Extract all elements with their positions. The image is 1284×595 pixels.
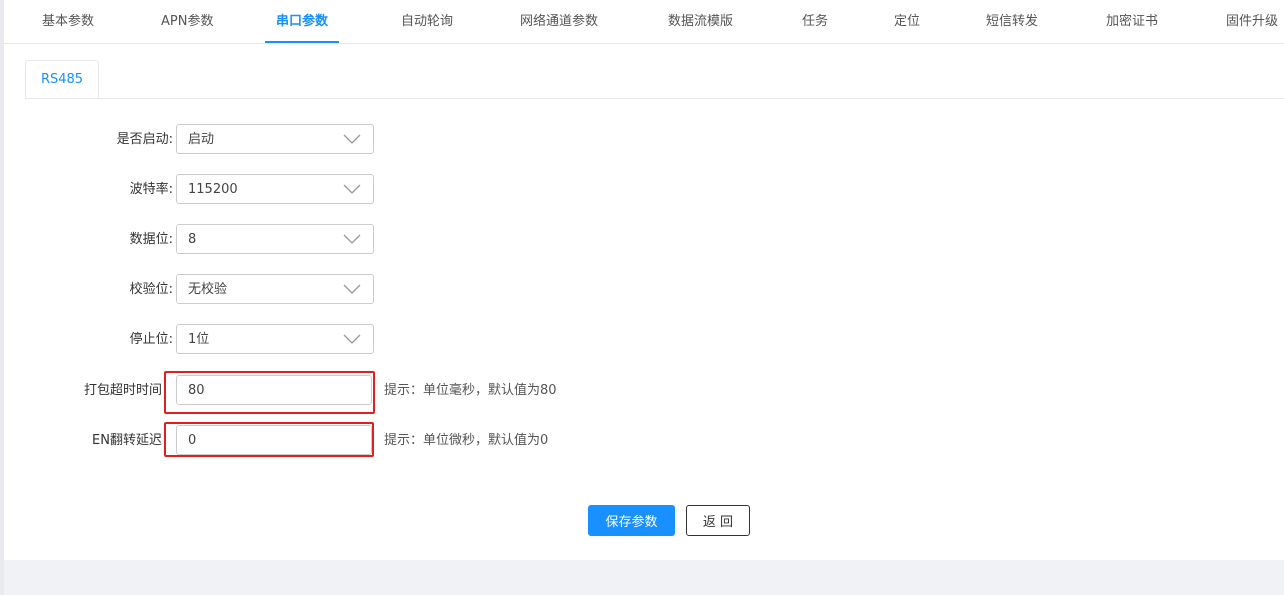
baud-rate-label: 波特率: bbox=[129, 182, 173, 197]
tab-task[interactable]: 任务 bbox=[802, 0, 828, 43]
baud-rate-select[interactable]: 115200 bbox=[176, 174, 374, 204]
stop-bits-value: 1位 bbox=[188, 332, 210, 347]
enable-label: 是否启动: bbox=[116, 132, 173, 147]
parity-select[interactable]: 无校验 bbox=[176, 274, 374, 304]
stop-bits-label: 停止位: bbox=[129, 332, 173, 347]
tab-sms-forward[interactable]: 短信转发 bbox=[986, 0, 1038, 43]
footer-bar bbox=[4, 560, 1284, 595]
chevron-down-icon bbox=[343, 234, 361, 244]
parity-value: 无校验 bbox=[188, 282, 228, 297]
pack-timeout-input[interactable] bbox=[176, 375, 372, 405]
tab-serial-params[interactable]: 串口参数 bbox=[264, 0, 340, 43]
en-delay-label: EN翻转延迟 bbox=[92, 433, 162, 448]
top-tab-bar: 基本参数 APN参数 串口参数 自动轮询 网络通道参数 数据流模版 任务 定位 … bbox=[4, 0, 1284, 44]
tab-location[interactable]: 定位 bbox=[894, 0, 920, 43]
chevron-down-icon bbox=[343, 184, 361, 194]
en-delay-hint: 提示：单位微秒，默认值为0 bbox=[384, 433, 549, 448]
data-bits-select[interactable]: 8 bbox=[176, 224, 374, 254]
stop-bits-select[interactable]: 1位 bbox=[176, 324, 374, 354]
data-bits-label: 数据位: bbox=[129, 232, 173, 247]
chevron-down-icon bbox=[343, 284, 361, 294]
pack-timeout-label: 打包超时时间 bbox=[83, 383, 162, 398]
tab-apn-params[interactable]: APN参数 bbox=[161, 0, 213, 43]
baud-rate-value: 115200 bbox=[188, 182, 238, 197]
parity-label: 校验位: bbox=[129, 282, 173, 297]
tab-firmware-upgrade[interactable]: 固件升级 bbox=[1226, 0, 1278, 43]
pack-timeout-hint: 提示：单位毫秒，默认值为80 bbox=[384, 383, 557, 398]
tab-network-channel[interactable]: 网络通道参数 bbox=[520, 0, 598, 43]
data-bits-value: 8 bbox=[188, 232, 197, 247]
tab-data-template[interactable]: 数据流模版 bbox=[668, 0, 733, 43]
chevron-down-icon bbox=[343, 134, 361, 144]
subtab-rs485[interactable]: RS485 bbox=[25, 60, 99, 98]
sub-tab-bar: RS485 bbox=[25, 60, 1284, 99]
main-panel: 基本参数 APN参数 串口参数 自动轮询 网络通道参数 数据流模版 任务 定位 … bbox=[4, 0, 1284, 560]
en-delay-input[interactable] bbox=[176, 425, 372, 455]
chevron-down-icon bbox=[343, 334, 361, 344]
back-button[interactable]: 返 回 bbox=[686, 505, 750, 536]
tab-basic-params[interactable]: 基本参数 bbox=[42, 0, 94, 43]
enable-value: 启动 bbox=[188, 132, 215, 147]
save-params-button[interactable]: 保存参数 bbox=[588, 505, 675, 536]
tab-encrypt-cert[interactable]: 加密证书 bbox=[1106, 0, 1158, 43]
tab-auto-polling[interactable]: 自动轮询 bbox=[401, 0, 453, 43]
enable-select[interactable]: 启动 bbox=[176, 124, 374, 154]
